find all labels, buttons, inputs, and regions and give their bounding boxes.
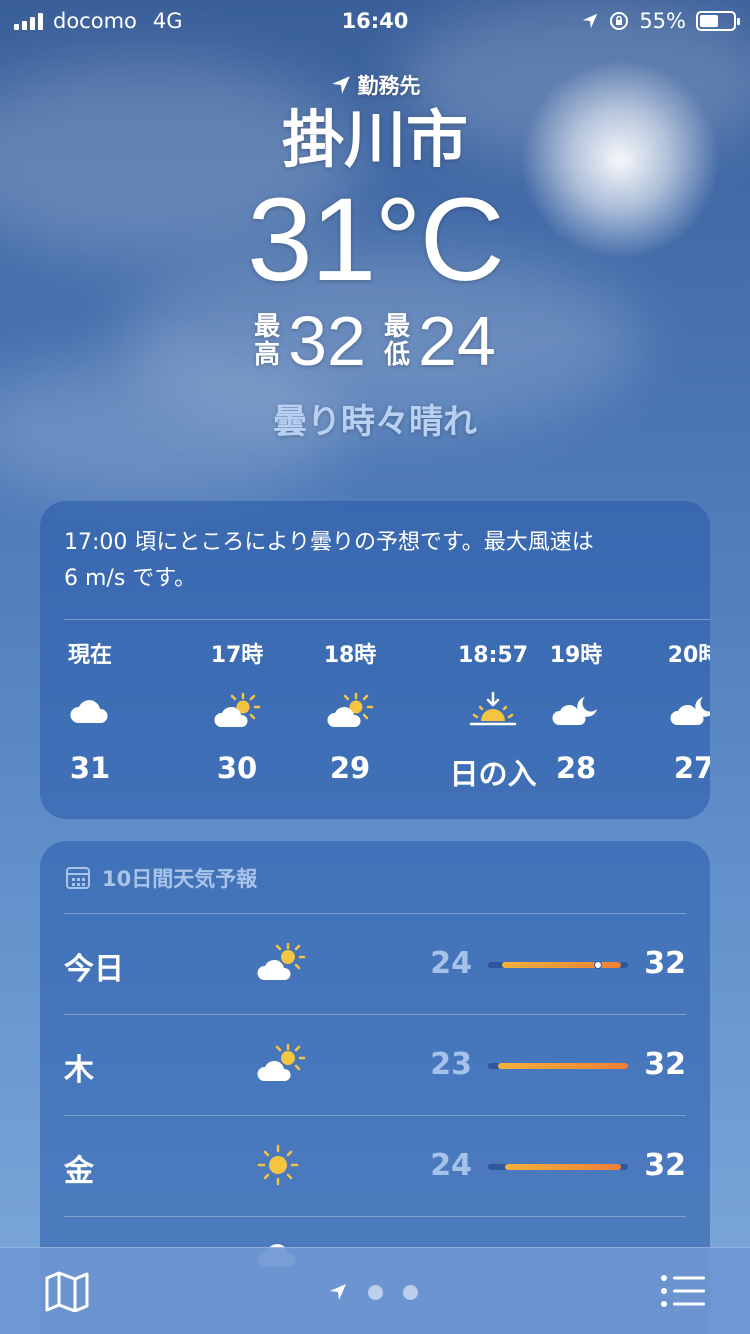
sun-icon (257, 1144, 299, 1186)
temp-range-fill (504, 1164, 621, 1170)
battery-percent: 55% (639, 9, 686, 33)
partly-sunny-icon (214, 692, 261, 727)
low-temp: 23 (430, 1047, 472, 1082)
partly-sunny-icon (327, 692, 374, 727)
hour-temp: 28 (555, 751, 597, 785)
high-label-top: 最 (254, 312, 281, 342)
hour-item: 現在 31 (40, 641, 140, 785)
temp-range-fill (497, 1063, 628, 1069)
hour-temp: 27 (673, 751, 710, 785)
cloud-icon (70, 700, 108, 723)
location-arrow-icon (583, 13, 598, 29)
ten-day-title: 10日間天気予報 (102, 867, 258, 891)
partly-cloudy-night-icon (670, 697, 710, 725)
hour-item: 18時 29 (300, 641, 400, 785)
high-low: 最高 32 最低 24 (0, 306, 750, 376)
hour-temp: 31 (69, 751, 111, 785)
page-indicator[interactable] (328, 1282, 418, 1302)
temp-range-bar (488, 1164, 628, 1170)
low-temperature: 最低 24 (384, 306, 496, 376)
battery-icon (696, 11, 740, 31)
partly-sunny-icon (257, 942, 306, 980)
summary-line-1: 17:00 頃にところにより曇りの予想です。最大風速は (64, 530, 594, 555)
rotation-lock-icon (610, 12, 629, 30)
list-icon[interactable] (660, 1274, 706, 1308)
daily-row[interactable]: 木 23 32 (64, 1014, 686, 1114)
high-value: 32 (288, 302, 366, 380)
hourly-forecast-card[interactable]: 17:00 頃にところにより曇りの予想です。最大風速は 6 m/s です。 現在… (40, 501, 710, 819)
temp-range-bar (488, 1063, 628, 1069)
day-label: 金 (64, 1154, 94, 1189)
location-arrow-icon (330, 1284, 346, 1300)
hour-item: 17時 30 (187, 641, 287, 785)
hour-time: 19時 (549, 643, 603, 668)
location-label-text: 勤務先 (357, 74, 421, 98)
daily-row[interactable]: 金 24 32 (64, 1115, 686, 1215)
weather-condition: 曇り時々晴れ (273, 402, 477, 442)
hour-time: 17時 (210, 643, 264, 668)
partly-cloudy-night-icon (552, 697, 597, 725)
temp-range-bar (488, 961, 628, 969)
ten-day-header: 10日間天気予報 (66, 863, 257, 893)
hour-item: 19時 28 (526, 641, 626, 785)
low-label-bottom: 低 (384, 340, 411, 370)
high-label-bottom: 高 (254, 340, 281, 370)
divider (64, 619, 710, 620)
location-label: 勤務先 (330, 70, 421, 100)
hour-temp: 30 (216, 751, 258, 785)
map-icon[interactable] (44, 1270, 90, 1312)
high-temp: 32 (644, 1148, 686, 1183)
hourly-scroller[interactable]: 現在 31 17時 30 18時 29 18:57 日の入 19時 28 20時… (40, 641, 710, 811)
current-weather-header: 勤務先 掛川市 31°C 最高 32 最低 24 曇り時々晴れ (0, 70, 750, 443)
current-temperature: 31°C (247, 174, 505, 306)
partly-sunny-icon (257, 1043, 306, 1081)
page-dot (403, 1284, 418, 1300)
bottom-toolbar (0, 1247, 750, 1334)
high-temp: 32 (644, 946, 686, 981)
location-arrow-icon (331, 76, 350, 94)
page-dot (368, 1284, 383, 1300)
daily-row[interactable]: 今日 24 32 (64, 913, 686, 1013)
low-label-top: 最 (384, 312, 411, 342)
status-bar: docomo 4G 16:40 55% (0, 0, 750, 40)
low-value: 24 (418, 302, 496, 380)
hour-time: 18時 (323, 643, 377, 668)
hour-time: 20時 (667, 643, 710, 668)
calendar-icon (66, 867, 90, 889)
day-label: 今日 (64, 952, 124, 987)
high-temperature: 最高 32 (254, 306, 366, 376)
hour-temp: 29 (329, 751, 371, 785)
hour-item: 20時 27 (644, 641, 710, 785)
forecast-summary: 17:00 頃にところにより曇りの予想です。最大風速は 6 m/s です。 (40, 501, 710, 619)
sunset-icon (469, 691, 517, 726)
high-temp: 32 (644, 1047, 686, 1082)
city-name: 掛川市 (281, 103, 468, 176)
hour-time: 現在 (67, 643, 112, 668)
summary-line-2: 6 m/s です。 (64, 566, 197, 591)
day-label: 木 (64, 1053, 94, 1088)
temp-range-fill (502, 962, 621, 968)
low-temp: 24 (430, 946, 472, 981)
low-temp: 24 (430, 1148, 472, 1183)
